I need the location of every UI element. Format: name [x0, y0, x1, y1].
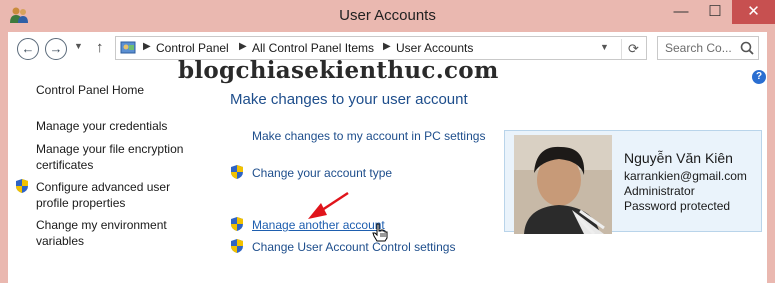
- avatar: [514, 135, 612, 234]
- maximize-button[interactable]: ☐: [698, 0, 732, 24]
- breadcrumb-separator-icon[interactable]: ▶: [143, 41, 151, 52]
- account-card: Nguyễn Văn Kiên karrankien@gmail.com Adm…: [504, 130, 762, 234]
- forward-button[interactable]: →: [45, 38, 67, 60]
- refresh-button[interactable]: ⟳: [621, 39, 645, 59]
- breadcrumb-all-items[interactable]: All Control Panel Items: [252, 41, 374, 55]
- account-name: Nguyễn Văn Kiên: [624, 150, 733, 166]
- minimize-button[interactable]: —: [664, 0, 698, 24]
- close-button[interactable]: ✕: [732, 0, 775, 24]
- breadcrumb-separator-icon[interactable]: ▶: [383, 41, 391, 52]
- user-accounts-window: User Accounts — ☐ ✕ ← → ▼ ↑ ▶ Control Pa…: [0, 0, 775, 283]
- back-button[interactable]: ←: [17, 38, 39, 60]
- account-role: Administrator: [624, 184, 695, 198]
- recent-locations-chevron-icon[interactable]: ▼: [74, 41, 83, 51]
- account-email: karrankien@gmail.com: [624, 169, 747, 183]
- search-placeholder: Search Co...: [665, 41, 732, 55]
- search-icon[interactable]: [739, 40, 755, 56]
- title-bar: User Accounts — ☐ ✕: [0, 0, 775, 32]
- breadcrumb-separator-icon[interactable]: ▶: [239, 41, 247, 52]
- search-box[interactable]: Search Co...: [657, 36, 759, 60]
- hand-cursor-icon: [372, 223, 388, 242]
- content-pane: blogchiasekienthuc.com ? Control Panel H…: [8, 57, 767, 283]
- up-button[interactable]: ↑: [96, 39, 104, 56]
- account-status: Password protected: [624, 199, 731, 213]
- window-title: User Accounts: [339, 7, 436, 24]
- breadcrumb-control-panel[interactable]: Control Panel: [156, 41, 229, 55]
- address-dropdown-chevron-icon[interactable]: ▼: [600, 42, 609, 52]
- breadcrumb-user-accounts[interactable]: User Accounts: [396, 41, 473, 55]
- control-panel-icon: [120, 41, 136, 54]
